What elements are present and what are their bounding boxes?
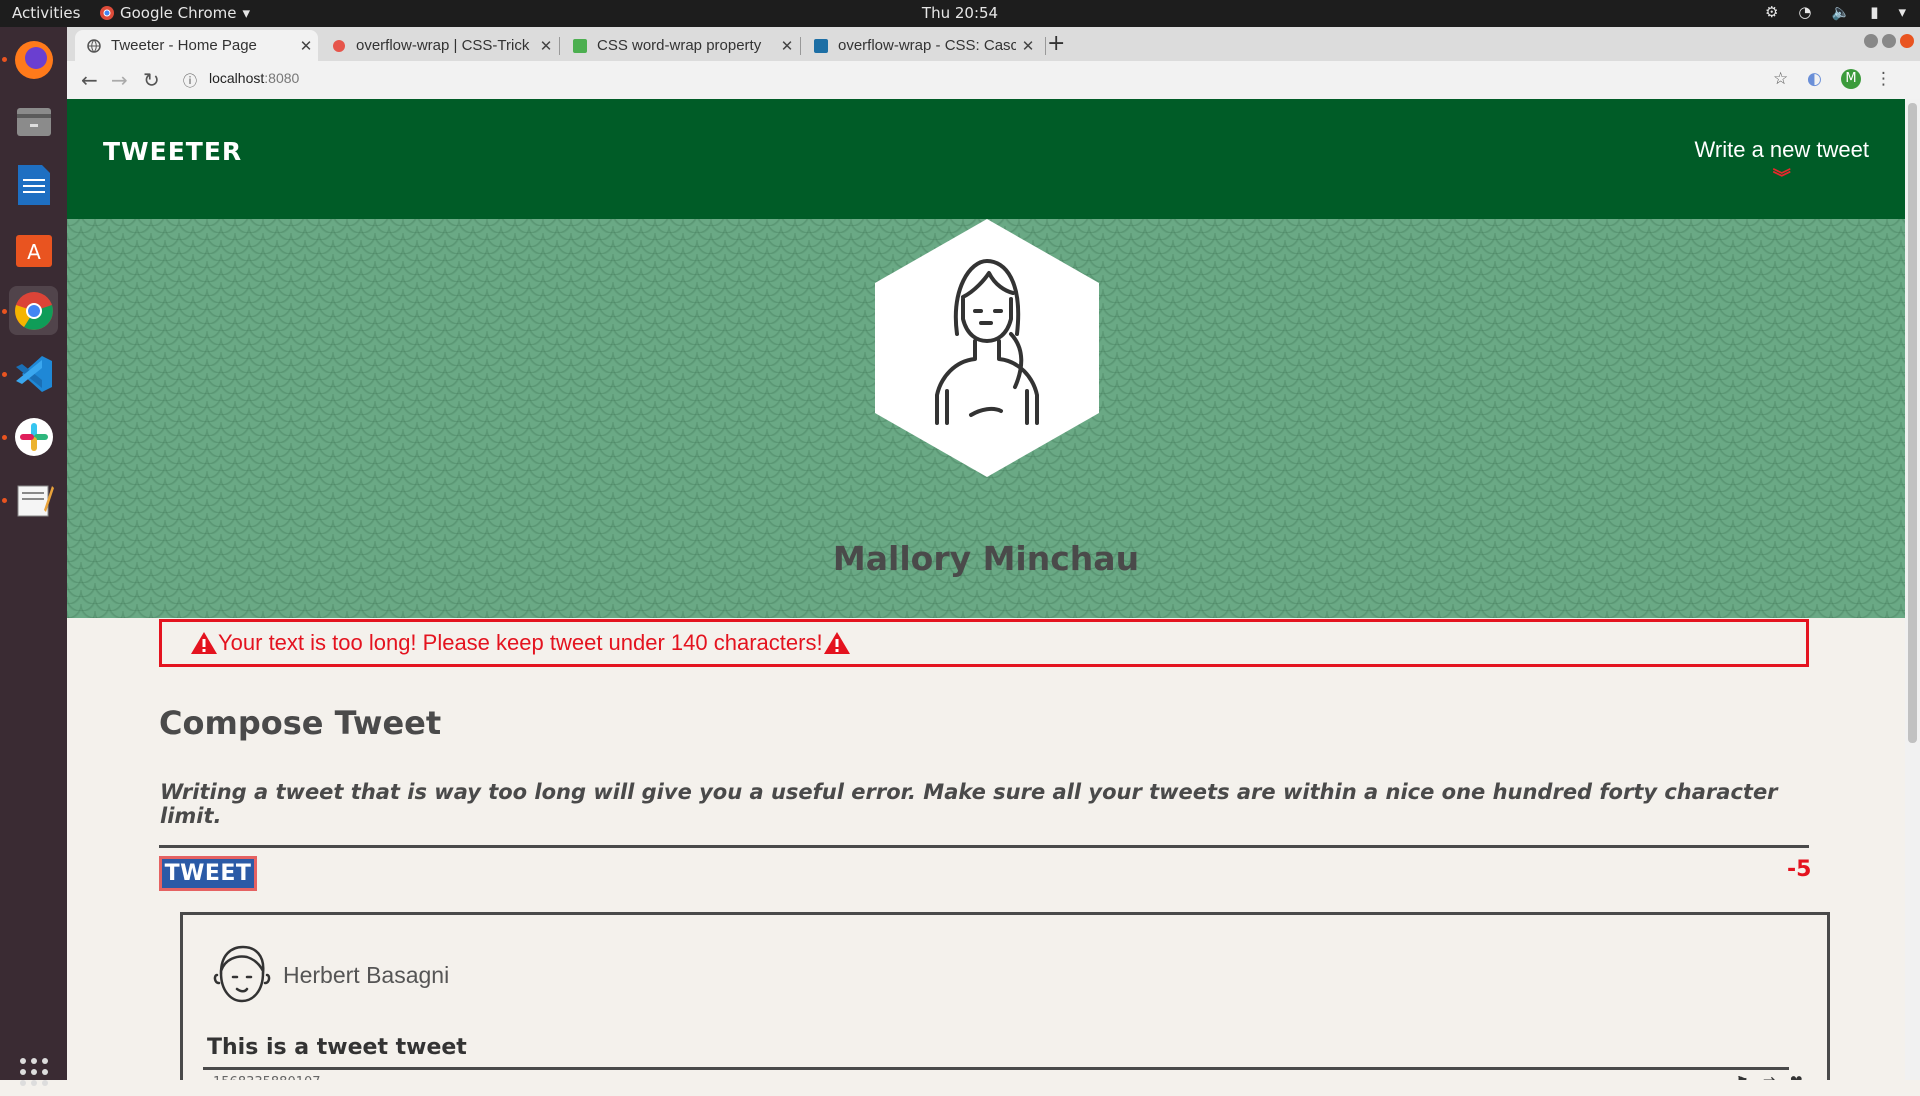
info-icon[interactable]: ⓘ bbox=[183, 71, 197, 91]
tab-separator bbox=[559, 37, 560, 55]
compose-title: Compose Tweet bbox=[159, 704, 442, 742]
running-indicator bbox=[2, 498, 7, 503]
man-avatar-icon bbox=[213, 945, 271, 1003]
svg-text:A: A bbox=[27, 240, 41, 264]
menu-kebab-icon[interactable]: ⋮ bbox=[1875, 69, 1892, 89]
extension-icon[interactable]: ◐ bbox=[1807, 69, 1822, 89]
app-menu-label: Google Chrome bbox=[120, 4, 237, 22]
tweet-button[interactable]: TWEET bbox=[159, 856, 257, 891]
caret-down-icon: ▾ bbox=[242, 4, 251, 22]
chrome-small-icon bbox=[100, 6, 114, 20]
brand-logo[interactable]: TWEETER bbox=[103, 137, 242, 166]
software-center-icon[interactable]: A bbox=[9, 223, 58, 272]
clock[interactable]: Thu 20:54 bbox=[0, 4, 1920, 22]
forward-icon[interactable]: → bbox=[111, 68, 128, 92]
tab-strip: Tweeter - Home Page ✕ overflow-wrap | CS… bbox=[67, 27, 1920, 61]
vscode-icon[interactable] bbox=[9, 349, 58, 398]
url-port: :8080 bbox=[264, 70, 300, 86]
double-chevron-down-icon: ︾ bbox=[1772, 168, 1791, 188]
error-message: Your text is too long! Please keep tweet… bbox=[218, 630, 823, 655]
text-editor-icon[interactable] bbox=[9, 475, 58, 524]
profile-avatar-hexagon bbox=[875, 219, 1099, 477]
tweet-textarea[interactable]: Writing a tweet that is way too long wil… bbox=[160, 780, 1810, 828]
slack-icon[interactable] bbox=[9, 412, 58, 461]
divider bbox=[159, 845, 1809, 848]
tab-title: overflow-wrap - CSS: Casc bbox=[838, 37, 1016, 54]
heart-icon[interactable]: ♥ bbox=[1790, 1073, 1803, 1080]
profile-name: Mallory Minchau bbox=[832, 539, 1140, 578]
tab-css-tricks[interactable]: overflow-wrap | CSS-Trick ✕ bbox=[320, 30, 558, 61]
accessibility-icon[interactable]: ⚙ bbox=[1765, 3, 1778, 21]
tab-separator bbox=[800, 37, 801, 55]
app-menu[interactable]: Google Chrome ▾ bbox=[100, 4, 250, 22]
mdn-icon bbox=[814, 38, 828, 53]
running-indicator bbox=[2, 309, 7, 314]
retweet-icon[interactable]: ⇄ bbox=[1763, 1073, 1776, 1080]
system-tray[interactable]: ⚙ ◔ 🔈 ▮ ▾ bbox=[1765, 3, 1906, 21]
browser-toolbar: ← → ↻ ⓘ localhost:8080 ☆ ◐ M ⋮ bbox=[67, 61, 1920, 100]
minimize-button[interactable] bbox=[1864, 34, 1878, 48]
css-tricks-icon bbox=[333, 39, 345, 52]
warning-icon bbox=[823, 632, 850, 654]
running-indicator bbox=[2, 57, 7, 62]
globe-icon bbox=[87, 38, 101, 53]
url-host: localhost bbox=[209, 70, 265, 86]
error-banner: Your text is too long! Please keep tweet… bbox=[159, 619, 1809, 667]
close-tab-icon[interactable]: ✕ bbox=[294, 37, 318, 55]
tweet-body: This is a tweet tweet bbox=[207, 1035, 467, 1060]
tab-mdn[interactable]: overflow-wrap - CSS: Casc ✕ bbox=[802, 30, 1040, 61]
reload-icon[interactable]: ↻ bbox=[143, 68, 160, 92]
close-tab-icon[interactable]: ✕ bbox=[534, 37, 558, 55]
address-bar[interactable]: localhost:8080 bbox=[209, 70, 299, 86]
show-applications-icon[interactable] bbox=[9, 1047, 58, 1096]
tab-title: Tweeter - Home Page bbox=[111, 37, 257, 54]
write-new-tweet-label: Write a new tweet bbox=[1694, 137, 1869, 162]
tweet-card: Herbert Basagni This is a tweet tweet 15… bbox=[180, 912, 1830, 1080]
launcher-dock: A bbox=[0, 27, 67, 1086]
flag-icon[interactable]: ⚑ bbox=[1736, 1073, 1749, 1080]
w3schools-icon bbox=[573, 38, 587, 53]
close-tab-icon[interactable]: ✕ bbox=[1016, 37, 1040, 55]
tweet-actions: ⚑ ⇄ ♥ bbox=[1736, 1073, 1803, 1080]
tab-separator bbox=[1045, 37, 1046, 55]
wifi-icon[interactable]: ◔ bbox=[1798, 3, 1811, 21]
scrollbar-thumb[interactable] bbox=[1908, 103, 1917, 743]
chrome-icon[interactable] bbox=[9, 286, 58, 335]
page-viewport: TWEETER Write a new tweet ︾ Mallory Minc… bbox=[67, 99, 1905, 1080]
tweet-author: Herbert Basagni bbox=[283, 962, 450, 988]
page-scrollbar[interactable] bbox=[1905, 99, 1920, 1080]
bookmark-star-icon[interactable]: ☆ bbox=[1773, 69, 1788, 89]
battery-icon[interactable]: ▮ bbox=[1870, 3, 1878, 21]
new-tab-button[interactable]: + bbox=[1047, 31, 1065, 56]
close-window-button[interactable] bbox=[1900, 34, 1914, 48]
tab-w3schools[interactable]: CSS word-wrap property ✕ bbox=[561, 30, 799, 61]
running-indicator bbox=[2, 435, 7, 440]
warning-icon bbox=[191, 632, 217, 654]
maximize-button[interactable] bbox=[1882, 34, 1896, 48]
activities-button[interactable]: Activities bbox=[12, 4, 80, 22]
profile-initial: M bbox=[1841, 69, 1861, 89]
close-tab-icon[interactable]: ✕ bbox=[775, 37, 799, 55]
site-nav: TWEETER Write a new tweet ︾ bbox=[67, 99, 1905, 219]
writer-icon[interactable] bbox=[9, 160, 58, 209]
firefox-icon[interactable] bbox=[9, 35, 58, 84]
volume-icon[interactable]: 🔈 bbox=[1832, 3, 1851, 21]
profile-header: Mallory Minchau bbox=[67, 219, 1905, 618]
back-icon[interactable]: ← bbox=[81, 68, 98, 92]
system-top-bar: Activities Google Chrome ▾ Thu 20:54 ⚙ ◔… bbox=[0, 0, 1920, 27]
character-counter: -5 bbox=[1787, 857, 1812, 882]
tab-tweeter[interactable]: Tweeter - Home Page ✕ bbox=[75, 30, 318, 61]
tab-title: overflow-wrap | CSS-Trick bbox=[356, 37, 530, 54]
tweet-timestamp: 1568335880107 bbox=[213, 1075, 321, 1080]
tab-title: CSS word-wrap property bbox=[597, 37, 762, 54]
files-icon[interactable] bbox=[9, 97, 58, 146]
caret-down-icon[interactable]: ▾ bbox=[1898, 3, 1906, 21]
write-new-tweet-link[interactable]: Write a new tweet ︾ bbox=[1694, 137, 1869, 188]
tweet-divider bbox=[203, 1067, 1789, 1070]
running-indicator bbox=[2, 372, 7, 377]
profile-avatar[interactable]: M bbox=[1841, 67, 1861, 89]
